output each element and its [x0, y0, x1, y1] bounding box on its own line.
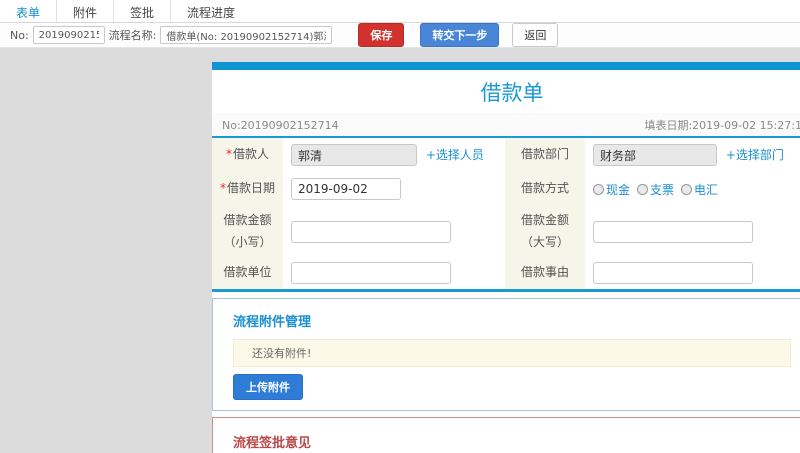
amount-upper-label: 借款金额（大写） — [520, 213, 569, 249]
date-field-cell — [283, 172, 505, 206]
method-label-cell: 借款方式 — [505, 172, 585, 206]
panel-top-bar — [212, 62, 800, 70]
borrower-label: 借款人 — [232, 147, 269, 162]
unit-label: 借款单位 — [223, 265, 272, 280]
table-row: 借款金额（小写） 借款金额（大写） — [212, 206, 800, 258]
no-label: No: — [10, 28, 29, 42]
radio-icon[interactable] — [637, 183, 649, 195]
loan-unit-input[interactable] — [291, 262, 451, 285]
table-row: *借款日期 借款方式 现金 支票 — [212, 172, 800, 206]
form-toolbar: No: 流程名称: 保存 转交下一步 返回 — [0, 23, 800, 48]
required-marker: * — [219, 181, 226, 196]
radio-wire[interactable]: 电汇 — [681, 181, 718, 198]
loan-reason-input[interactable] — [593, 262, 753, 285]
table-row: 借款单位 借款事由 — [212, 257, 800, 291]
form-info-bar: No:20190902152714 填表日期:2019-09-02 15:27:… — [212, 113, 800, 138]
borrower-label-cell: *借款人 — [212, 138, 283, 172]
save-button[interactable]: 保存 — [358, 23, 405, 47]
no-attachment-notice: 还没有附件! — [233, 339, 791, 368]
radio-icon[interactable] — [681, 183, 693, 195]
reason-label-cell: 借款事由 — [505, 257, 585, 291]
tab-bar: 表单 附件 签批 流程进度 — [0, 0, 800, 23]
approval-section: 流程签批意见 B I abc ∞ ∞ ⚑ ≣ ≡ ← → ” — [212, 417, 800, 453]
radio-wire-label: 电汇 — [694, 182, 719, 197]
next-step-button[interactable]: 转交下一步 — [420, 23, 500, 47]
attachment-section-heading: 流程附件管理 — [233, 315, 312, 331]
no-input[interactable] — [32, 26, 105, 44]
back-button[interactable]: 返回 — [512, 23, 559, 47]
required-marker: * — [225, 147, 232, 162]
dept-field-cell: +选择部门 — [585, 138, 800, 172]
table-row: *借款人 +选择人员 借款部门 +选择部门 — [212, 138, 800, 172]
page-title: 借款单 — [480, 81, 544, 105]
amount-lower-label-cell: 借款金额（小写） — [212, 206, 283, 258]
dept-label-cell: 借款部门 — [505, 138, 585, 172]
radio-cheque[interactable]: 支票 — [637, 181, 674, 198]
radio-cheque-label: 支票 — [650, 182, 675, 197]
select-dept-link[interactable]: +选择部门 — [726, 148, 784, 162]
unit-label-cell: 借款单位 — [212, 257, 283, 291]
amount-lower-input[interactable] — [291, 220, 451, 243]
unit-field-cell — [283, 257, 505, 291]
radio-icon[interactable] — [593, 183, 604, 195]
date-label: 借款日期 — [226, 181, 275, 196]
reason-label: 借款事由 — [520, 265, 569, 280]
form-number: No:20190902152714 — [222, 118, 339, 132]
upload-attachment-button[interactable]: 上传附件 — [233, 374, 303, 401]
attachment-section: 流程附件管理 还没有附件! 上传附件 — [212, 298, 800, 412]
radio-cash-label: 现金 — [606, 182, 631, 197]
amount-upper-input[interactable] — [593, 220, 753, 243]
amount-upper-field-cell — [585, 206, 800, 257]
date-label-cell: *借款日期 — [212, 172, 283, 206]
flow-name-label: 流程名称: — [108, 29, 157, 42]
dept-input[interactable] — [593, 144, 717, 166]
loan-form-table: *借款人 +选择人员 借款部门 +选择部门 *借款日期 — [212, 138, 800, 293]
tab-form[interactable]: 表单 — [0, 0, 56, 22]
flow-name-input[interactable] — [160, 26, 333, 44]
loan-form-panel: 借款单 No:20190902152714 填表日期:2019-09-02 15… — [212, 62, 800, 453]
amount-lower-label: 借款金额（小写） — [223, 213, 272, 249]
reason-field-cell — [585, 257, 800, 291]
dept-label: 借款部门 — [520, 147, 569, 162]
loan-method-radios: 现金 支票 电汇 — [593, 181, 800, 198]
page-content: 借款单 No:20190902152714 填表日期:2019-09-02 15… — [0, 48, 800, 453]
amount-upper-label-cell: 借款金额（大写） — [505, 206, 585, 258]
tab-approval[interactable]: 签批 — [113, 0, 170, 22]
radio-cash[interactable]: 现金 — [593, 181, 630, 198]
borrower-input[interactable] — [291, 144, 417, 166]
method-label: 借款方式 — [520, 181, 569, 196]
loan-date-input[interactable] — [291, 178, 401, 200]
tab-attachments[interactable]: 附件 — [56, 0, 113, 22]
amount-lower-field-cell — [283, 206, 505, 257]
select-person-link[interactable]: +选择人员 — [426, 148, 484, 162]
approval-section-heading: 流程签批意见 — [233, 436, 312, 452]
borrower-field-cell: +选择人员 — [283, 138, 505, 172]
method-field-cell: 现金 支票 电汇 — [585, 172, 800, 206]
tab-process-progress[interactable]: 流程进度 — [170, 0, 251, 22]
fill-date: 填表日期:2019-09-02 15:27:1 — [644, 119, 800, 132]
